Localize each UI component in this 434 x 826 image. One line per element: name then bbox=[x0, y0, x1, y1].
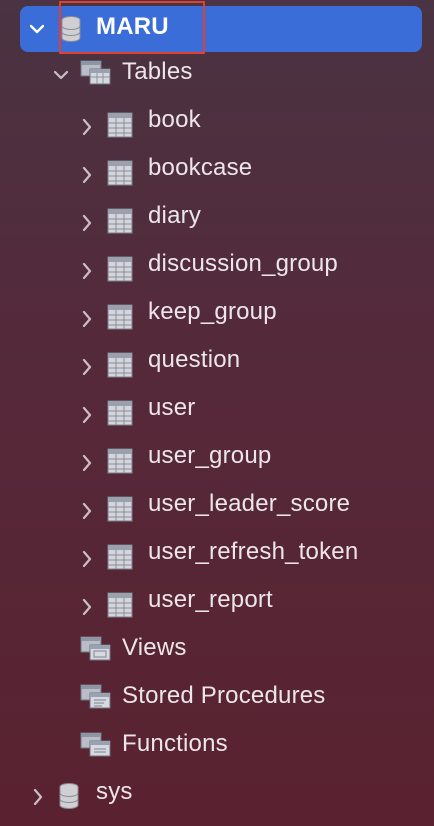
tree-item-table[interactable]: keep_group bbox=[0, 288, 434, 336]
table-label: keep_group bbox=[148, 298, 277, 325]
tables-folder-label: Tables bbox=[122, 58, 193, 85]
chevron-right-icon[interactable] bbox=[82, 311, 96, 327]
tree-item-views-folder[interactable]: Views bbox=[0, 624, 434, 672]
table-label: bookcase bbox=[148, 154, 253, 181]
chevron-right-icon[interactable] bbox=[82, 119, 96, 135]
table-icon bbox=[107, 448, 133, 474]
stored-procedures-folder-label: Stored Procedures bbox=[122, 682, 326, 709]
table-icon bbox=[107, 352, 133, 378]
table-icon bbox=[107, 208, 133, 234]
chevron-down-icon[interactable] bbox=[30, 24, 44, 38]
table-icon bbox=[107, 400, 133, 426]
table-label: user_leader_score bbox=[148, 490, 351, 517]
table-icon bbox=[107, 496, 133, 522]
table-label: diary bbox=[148, 202, 202, 229]
chevron-right-icon[interactable] bbox=[82, 551, 96, 567]
table-label: user bbox=[148, 394, 196, 421]
table-icon bbox=[107, 304, 133, 330]
tree-item-table[interactable]: bookcase bbox=[0, 144, 434, 192]
tree-item-table[interactable]: user_group bbox=[0, 432, 434, 480]
views-folder-icon bbox=[80, 636, 112, 662]
tree-item-table[interactable]: user_leader_score bbox=[0, 480, 434, 528]
tree-item-stored-procedures-folder[interactable]: Stored Procedures bbox=[0, 672, 434, 720]
tree-item-table[interactable]: book bbox=[0, 96, 434, 144]
chevron-right-icon[interactable] bbox=[82, 359, 96, 375]
table-label: user_group bbox=[148, 442, 272, 469]
table-label: book bbox=[148, 106, 201, 133]
views-folder-label: Views bbox=[122, 634, 187, 661]
tree-item-table[interactable]: user_refresh_token bbox=[0, 528, 434, 576]
table-label: question bbox=[148, 346, 241, 373]
functions-folder-icon bbox=[80, 732, 112, 758]
tree-item-functions-folder[interactable]: Functions bbox=[0, 720, 434, 768]
chevron-right-icon[interactable] bbox=[82, 503, 96, 519]
table-label: user_report bbox=[148, 586, 273, 613]
database-icon bbox=[58, 782, 80, 810]
annotation-highlight-box bbox=[59, 1, 205, 54]
chevron-right-icon[interactable] bbox=[82, 455, 96, 471]
tree-item-table[interactable]: question bbox=[0, 336, 434, 384]
tree-item-tables-folder[interactable]: Tables bbox=[0, 48, 434, 96]
table-icon bbox=[107, 112, 133, 138]
chevron-right-icon[interactable] bbox=[82, 215, 96, 231]
chevron-right-icon[interactable] bbox=[82, 263, 96, 279]
table-icon bbox=[107, 592, 133, 618]
tree-item-table[interactable]: discussion_group bbox=[0, 240, 434, 288]
chevron-right-icon[interactable] bbox=[33, 789, 47, 805]
database-name-label: sys bbox=[96, 778, 133, 805]
chevron-down-icon[interactable] bbox=[54, 70, 68, 84]
tree-item-table[interactable]: user_report bbox=[0, 576, 434, 624]
stored-procedures-folder-icon bbox=[80, 684, 112, 710]
tree-item-table[interactable]: user bbox=[0, 384, 434, 432]
schema-navigator-tree: MARU Tables book bookcase diary discussi… bbox=[0, 0, 434, 826]
chevron-right-icon[interactable] bbox=[82, 407, 96, 423]
functions-folder-label: Functions bbox=[122, 730, 228, 757]
tree-item-table[interactable]: diary bbox=[0, 192, 434, 240]
table-label: discussion_group bbox=[148, 250, 338, 277]
table-icon bbox=[107, 544, 133, 570]
table-label: user_refresh_token bbox=[148, 538, 359, 565]
chevron-right-icon[interactable] bbox=[82, 167, 96, 183]
table-icon bbox=[107, 256, 133, 282]
tables-folder-icon bbox=[80, 60, 112, 86]
chevron-right-icon[interactable] bbox=[82, 599, 96, 615]
table-icon bbox=[107, 160, 133, 186]
tree-item-database-sys[interactable]: sys bbox=[0, 768, 434, 816]
